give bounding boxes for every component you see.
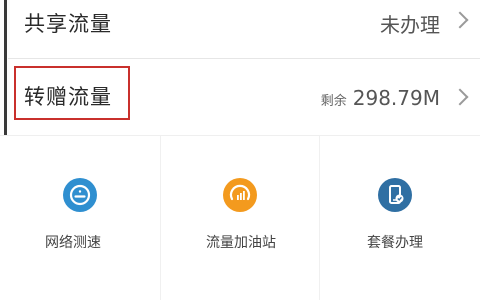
service-grid: 网络测速 流量加油站 套餐办理 [0, 136, 480, 300]
gift-traffic-remaining: 剩余 298.79M [321, 86, 440, 110]
phone-plan-icon [378, 178, 412, 212]
network-speed-test-label: 网络测速 [45, 235, 101, 251]
plan-handling-label: 套餐办理 [367, 235, 423, 251]
traffic-options-list: 共享流量 未办理 转赠流量 剩余 298.79M [0, 0, 480, 135]
chevron-right-icon [451, 11, 469, 29]
network-speed-test-button[interactable]: 网络测速 [0, 136, 160, 300]
shared-traffic-row[interactable]: 共享流量 未办理 [0, 0, 480, 64]
data-traffic-page: 共享流量 未办理 转赠流量 剩余 298.79M 网络测速 流量加油站 套餐办理 [0, 0, 480, 300]
remaining-value: 298.79M [352, 86, 440, 110]
plan-handling-button[interactable]: 套餐办理 [320, 136, 480, 300]
shared-traffic-label: 共享流量 [24, 12, 112, 36]
traffic-station-button[interactable]: 流量加油站 [160, 136, 320, 300]
remaining-label: 剩余 [320, 94, 347, 109]
row-divider [8, 58, 480, 59]
gauge-icon [223, 178, 257, 212]
shared-traffic-status: 未办理 [380, 13, 440, 37]
highlight-box [14, 66, 130, 120]
traffic-station-label: 流量加油站 [206, 235, 276, 251]
speedometer-icon [63, 178, 97, 212]
chevron-right-icon [451, 88, 469, 106]
